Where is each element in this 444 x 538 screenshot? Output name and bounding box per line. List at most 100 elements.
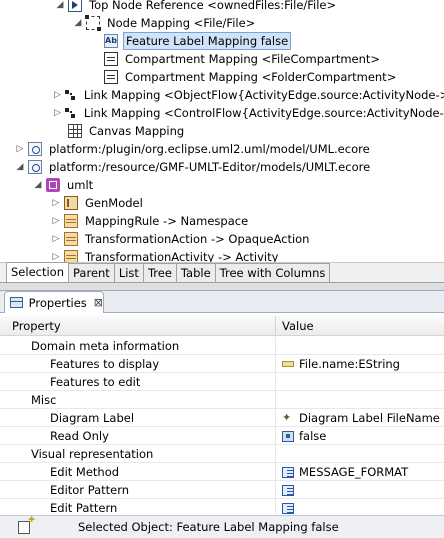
view-separator (0, 283, 444, 290)
property-row[interactable]: Edit Pattern (0, 499, 444, 515)
tab-table[interactable]: Table (175, 263, 216, 282)
close-icon[interactable]: ⊠ (94, 296, 103, 309)
enum-literal-icon (282, 466, 294, 478)
property-name: Features to display (0, 355, 276, 373)
property-row[interactable]: Editor Pattern (0, 481, 444, 499)
tab-selection[interactable]: Selection (6, 262, 69, 282)
property-row[interactable]: Diagram Label Diagram Label FileName (0, 409, 444, 427)
package-icon (46, 178, 60, 192)
node-mapping-icon (85, 15, 101, 31)
tree-item-transformation-action[interactable]: ▷ TransformationAction -> OpaqueAction (0, 230, 444, 248)
model-tree[interactable]: ◢ Top Node Reference <ownedFiles:File/Fi… (0, 0, 444, 262)
property-value: Diagram Label FileName (299, 411, 440, 425)
expand-arrow-icon[interactable]: ▷ (50, 194, 62, 212)
tree-item-label: Compartment Mapping <FileCompartment> (125, 52, 381, 66)
tree-item-label: umlt (67, 178, 94, 192)
property-category-row[interactable]: Misc (0, 391, 444, 409)
tree-item-label: Link Mapping <ControlFlow{ActivityEdge.s… (83, 106, 444, 120)
property-row[interactable]: Features to display File.name:EString (0, 355, 444, 373)
tree-item-link-mapping[interactable]: ▷ Link Mapping <ControlFlow{ActivityEdge… (0, 104, 444, 122)
property-row[interactable]: Features to edit (0, 373, 444, 391)
editor-page-tabs: Selection Parent List Tree Table Tree wi… (0, 262, 444, 283)
property-value-cell[interactable]: Diagram Label FileName (276, 409, 444, 427)
property-name: Misc (0, 391, 276, 409)
property-value-cell[interactable]: false (276, 427, 444, 445)
tree-item-umlt-ecore[interactable]: ◢ platform:/resource/GMF-UMLT-Editor/mod… (0, 158, 444, 176)
tree-item-node-mapping[interactable]: ◢ Node Mapping <File/File> (0, 14, 444, 32)
tree-item-label: Feature Label Mapping false (123, 32, 292, 50)
expand-arrow-icon[interactable]: ▷ (50, 230, 62, 248)
tree-item-label: GenModel (85, 196, 143, 210)
tree-item-label: Link Mapping <ObjectFlow{ActivityEdge.so… (83, 88, 444, 102)
tree-item-label: TransformationAction -> OpaqueAction (85, 232, 310, 246)
top-node-reference-icon (68, 0, 82, 12)
property-value (276, 391, 444, 409)
genmodel-icon (64, 196, 78, 210)
column-header-value[interactable]: Value (276, 316, 444, 336)
compartment-mapping-icon (104, 52, 118, 66)
link-mapping-icon (63, 88, 77, 102)
property-value: false (299, 429, 327, 443)
column-header-property[interactable]: Property (0, 316, 276, 336)
tab-tree-with-columns[interactable]: Tree with Columns (214, 263, 331, 282)
property-value-cell[interactable]: File.name:EString (276, 355, 444, 373)
tab-list[interactable]: List (113, 263, 144, 282)
tree-item-transformation-activity[interactable]: ▷ TransformationActivity -> Activity (0, 248, 444, 262)
compartment-mapping-icon (104, 70, 118, 84)
status-bar: Selected Object: Feature Label Mapping f… (0, 515, 444, 538)
expand-arrow-icon[interactable]: ▷ (14, 140, 26, 158)
properties-view-tab[interactable]: Properties ⊠ (4, 291, 104, 313)
property-name: Visual representation (0, 445, 276, 463)
property-name: Features to edit (0, 373, 276, 391)
properties-table[interactable]: Property Value Domain meta information F… (0, 313, 444, 515)
tree-item-label: Node Mapping <File/File> (107, 16, 256, 30)
expand-arrow-icon[interactable]: ▷ (54, 104, 61, 122)
feature-label-mapping-icon: Ab (104, 34, 118, 48)
properties-view-title: Properties (28, 295, 87, 310)
tree-item-canvas-mapping[interactable]: Canvas Mapping (0, 122, 444, 140)
expand-arrow-icon[interactable]: ◢ (72, 14, 84, 32)
property-name: Edit Method (0, 463, 276, 481)
eclass-icon (64, 232, 78, 246)
property-category-row[interactable]: Domain meta information (0, 337, 444, 355)
expand-arrow-icon[interactable]: ◢ (32, 176, 44, 194)
property-value-cell[interactable]: MESSAGE_FORMAT (276, 463, 444, 481)
tree-item-compartment-mapping[interactable]: Compartment Mapping <FileCompartment> (0, 50, 444, 68)
expand-arrow-icon[interactable]: ▷ (50, 212, 62, 230)
boolean-icon (282, 430, 294, 442)
tree-item-feature-label-mapping[interactable]: Ab Feature Label Mapping false (0, 32, 444, 50)
property-value-cell[interactable] (276, 373, 444, 391)
new-element-icon (18, 515, 35, 534)
tree-item-label: Canvas Mapping (89, 124, 185, 138)
property-value-cell[interactable] (276, 499, 444, 515)
tab-tree[interactable]: Tree (142, 263, 177, 282)
tree-item-umlt-package[interactable]: ◢ umlt (0, 176, 444, 194)
enum-literal-icon (282, 502, 294, 514)
tree-item-label: MappingRule -> Namespace (85, 214, 249, 228)
tree-item-genmodel[interactable]: ▷ GenModel (0, 194, 444, 212)
tree-item-uml-ecore[interactable]: ▷ platform:/plugin/org.eclipse.uml2.uml/… (0, 140, 444, 158)
property-value (276, 445, 444, 463)
expand-arrow-icon[interactable]: ▷ (54, 86, 61, 104)
diagram-label-icon (282, 409, 294, 427)
property-row[interactable]: Edit Method MESSAGE_FORMAT (0, 463, 444, 481)
ecore-resource-icon (28, 142, 42, 156)
property-value: MESSAGE_FORMAT (299, 465, 409, 479)
tree-item-compartment-mapping[interactable]: Compartment Mapping <FolderCompartment> (0, 68, 444, 86)
tree-item-mapping-rule[interactable]: ▷ MappingRule -> Namespace (0, 212, 444, 230)
link-mapping-icon (63, 106, 77, 120)
expand-arrow-icon[interactable]: ◢ (54, 0, 66, 14)
properties-view-tabbar: Properties ⊠ (0, 290, 444, 313)
tree-item-top-node-reference[interactable]: ◢ Top Node Reference <ownedFiles:File/Fi… (0, 0, 444, 14)
tab-parent[interactable]: Parent (68, 263, 115, 282)
property-row[interactable]: Read Only false (0, 427, 444, 445)
property-value-cell[interactable] (276, 481, 444, 499)
canvas-mapping-icon (68, 124, 82, 138)
property-category-row[interactable]: Visual representation (0, 445, 444, 463)
expand-arrow-icon[interactable]: ▷ (50, 248, 62, 262)
tree-item-label: platform:/plugin/org.eclipse.uml2.uml/mo… (49, 142, 370, 156)
status-text: Selected Object: Feature Label Mapping f… (78, 520, 339, 534)
expand-arrow-icon[interactable]: ◢ (14, 158, 26, 176)
tree-item-label: TransformationActivity -> Activity (85, 250, 279, 262)
tree-item-link-mapping[interactable]: ▷ Link Mapping <ObjectFlow{ActivityEdge.… (0, 86, 444, 104)
